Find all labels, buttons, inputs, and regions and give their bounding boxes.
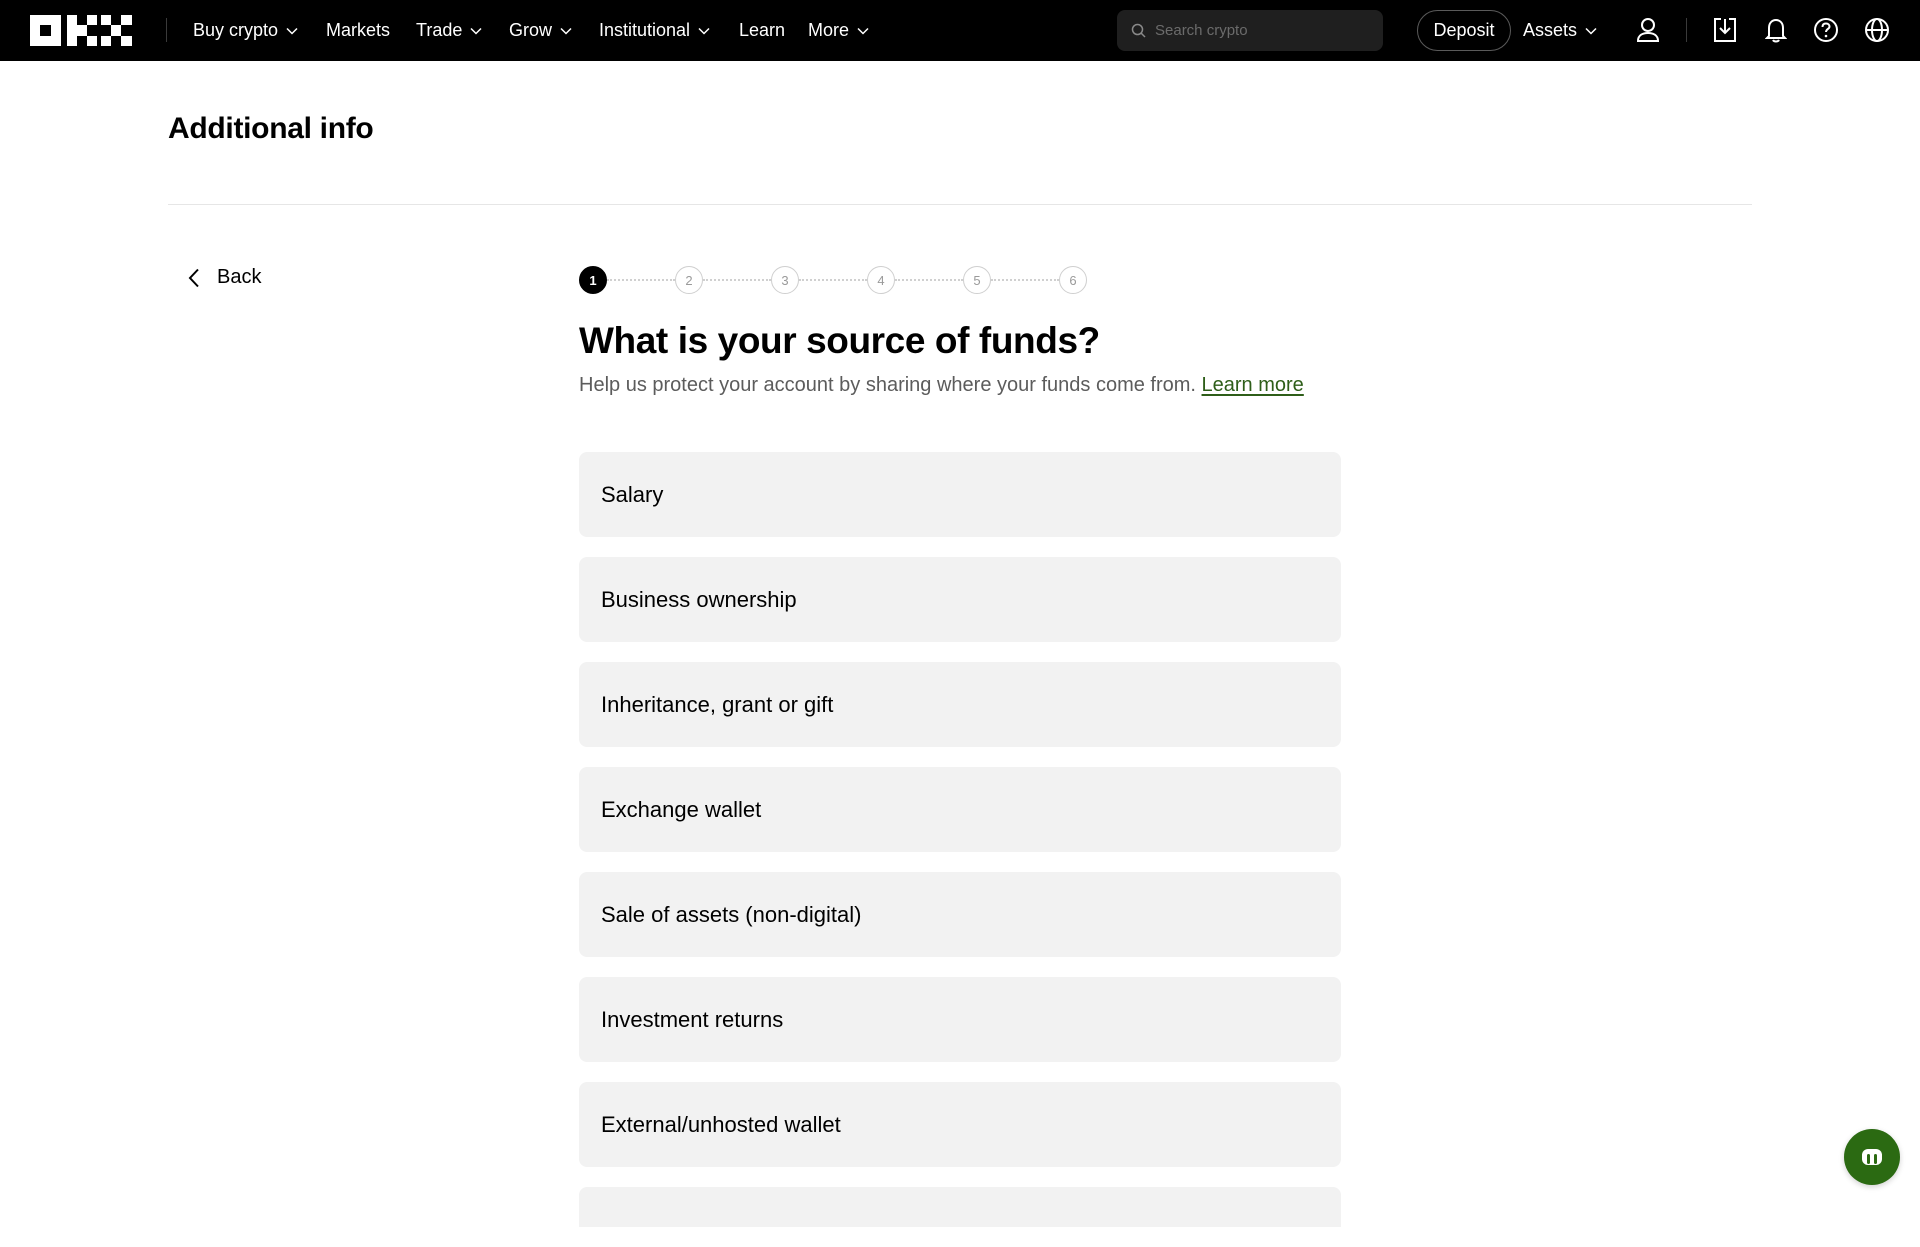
- step-2: 2: [675, 266, 703, 294]
- nav-institutional[interactable]: Institutional: [599, 0, 710, 61]
- nav-divider: [166, 18, 167, 42]
- nav-markets[interactable]: Markets: [326, 0, 390, 61]
- option-inheritance-grant-gift[interactable]: Inheritance, grant or gift: [579, 662, 1341, 747]
- step-connector: [991, 279, 1059, 281]
- step-connector: [607, 279, 675, 281]
- deposit-button[interactable]: Deposit: [1417, 10, 1511, 51]
- option-exchange-wallet[interactable]: Exchange wallet: [579, 767, 1341, 852]
- chevron-down-icon: [560, 27, 572, 35]
- search-icon: [1131, 23, 1146, 38]
- support-chat-button[interactable]: [1844, 1129, 1900, 1185]
- help-icon[interactable]: [1810, 14, 1842, 46]
- learn-more-link[interactable]: Learn more: [1202, 374, 1304, 396]
- option-investment-returns[interactable]: Investment returns: [579, 977, 1341, 1062]
- chevron-down-icon: [470, 27, 482, 35]
- deposit-button-label: Deposit: [1433, 20, 1495, 40]
- headset-icon: [1862, 1149, 1882, 1165]
- nav-item-label: Assets: [1523, 20, 1578, 40]
- option-salary[interactable]: Salary: [579, 452, 1341, 537]
- nav-more[interactable]: More: [808, 0, 869, 61]
- option-external-unhosted-wallet[interactable]: External/unhosted wallet: [579, 1082, 1341, 1167]
- nav-item-label: Markets: [326, 20, 391, 40]
- step-4: 4: [867, 266, 895, 294]
- step-connector: [799, 279, 867, 281]
- nav-item-label: Learn: [739, 20, 786, 40]
- nav-divider: [1686, 18, 1687, 42]
- nav-trade[interactable]: Trade: [416, 0, 482, 61]
- step-6: 6: [1059, 266, 1087, 294]
- option-business-ownership[interactable]: Business ownership: [579, 557, 1341, 642]
- okx-logo[interactable]: [30, 15, 132, 46]
- question-subtext-body: Help us protect your account by sharing …: [579, 374, 1196, 396]
- question-subtext: Help us protect your account by sharing …: [579, 374, 1304, 397]
- nav-item-label: Institutional: [599, 20, 691, 40]
- search-input[interactable]: [1155, 22, 1375, 39]
- nav-item-label: More: [808, 20, 850, 40]
- back-label: Back: [217, 266, 262, 288]
- chevron-down-icon: [286, 27, 298, 35]
- search-box[interactable]: [1117, 10, 1383, 51]
- chevron-down-icon: [698, 27, 710, 35]
- progress-stepper: 1 2 3 4 5 6: [579, 266, 1087, 294]
- top-nav-bar: Buy crypto Markets Trade Grow Institutio…: [0, 0, 1920, 61]
- question-title: What is your source of funds?: [579, 320, 1100, 361]
- source-of-funds-options: Salary Business ownership Inheritance, g…: [579, 452, 1341, 1247]
- step-connector: [895, 279, 963, 281]
- header-divider: [168, 204, 1752, 205]
- globe-icon[interactable]: [1861, 14, 1893, 46]
- chevron-down-icon: [1585, 27, 1597, 35]
- step-1: 1: [579, 266, 607, 294]
- chevron-down-icon: [857, 27, 869, 35]
- nav-buy-crypto[interactable]: Buy crypto: [193, 0, 298, 61]
- step-3: 3: [771, 266, 799, 294]
- nav-grow[interactable]: Grow: [509, 0, 572, 61]
- option-sale-of-assets[interactable]: Sale of assets (non-digital): [579, 872, 1341, 957]
- option-partially-visible[interactable]: [579, 1187, 1341, 1227]
- step-5: 5: [963, 266, 991, 294]
- back-button[interactable]: Back: [188, 266, 261, 289]
- download-icon[interactable]: [1709, 14, 1741, 46]
- nav-item-label: Buy crypto: [193, 20, 279, 40]
- bell-icon[interactable]: [1760, 14, 1792, 46]
- nav-assets[interactable]: Assets: [1523, 0, 1597, 61]
- page-title: Additional info: [168, 112, 374, 145]
- chevron-left-icon: [188, 268, 199, 287]
- nav-learn[interactable]: Learn: [739, 0, 785, 61]
- nav-item-label: Grow: [509, 20, 553, 40]
- user-icon[interactable]: [1632, 14, 1664, 46]
- step-connector: [703, 279, 771, 281]
- nav-item-label: Trade: [416, 20, 463, 40]
